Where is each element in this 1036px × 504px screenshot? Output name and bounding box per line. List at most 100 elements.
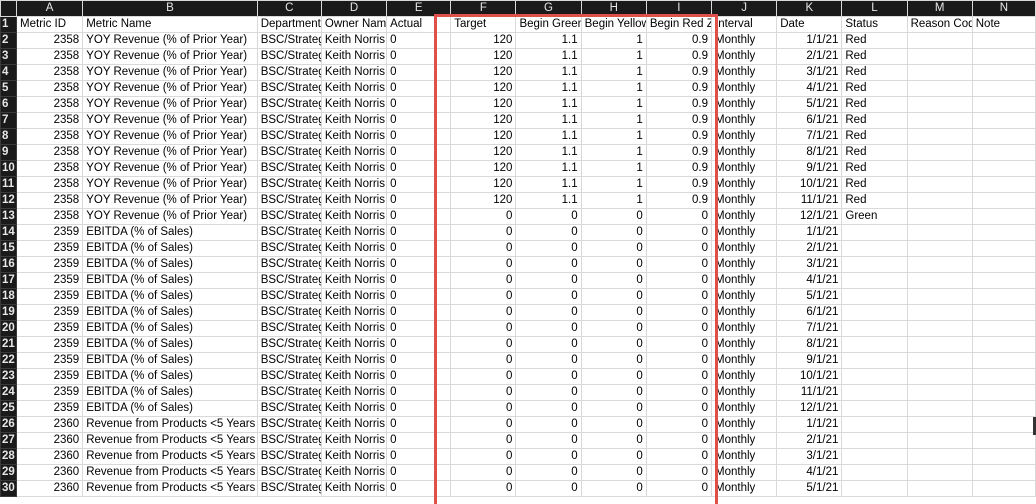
table-cell[interactable]: 2360 — [16, 432, 84, 449]
table-cell[interactable]: 2359 — [16, 224, 84, 241]
table-cell[interactable]: 9/1/21 — [776, 160, 843, 177]
table-cell[interactable]: Monthly — [710, 112, 778, 129]
table-cell[interactable]: 0 — [645, 416, 713, 433]
table-cell[interactable]: 0 — [580, 240, 647, 257]
table-cell[interactable]: BSC/Strategic — [256, 256, 322, 273]
table-cell[interactable]: 10/1/21 — [776, 176, 843, 193]
row-number[interactable]: 19 — [0, 304, 18, 321]
table-cell[interactable]: 0 — [645, 432, 713, 449]
table-cell[interactable]: Monthly — [710, 384, 778, 401]
table-cell[interactable] — [906, 208, 973, 225]
table-cell[interactable]: 0 — [580, 224, 647, 241]
table-cell[interactable] — [841, 480, 908, 497]
table-cell[interactable]: EBITDA (% of Sales) — [82, 224, 258, 241]
table-cell[interactable] — [971, 176, 1036, 193]
header-cell[interactable]: Owner Name — [320, 16, 388, 33]
table-cell[interactable]: 0 — [580, 368, 647, 385]
table-cell[interactable]: 0 — [450, 352, 517, 369]
table-cell[interactable] — [906, 320, 973, 337]
table-cell[interactable] — [971, 160, 1036, 177]
table-cell[interactable]: Keith Norris — [320, 272, 388, 289]
table-cell[interactable]: YOY Revenue (% of Prior Year) — [82, 64, 258, 81]
table-cell[interactable]: 0 — [450, 432, 517, 449]
row-number[interactable]: 2 — [0, 32, 18, 49]
table-cell[interactable] — [906, 48, 973, 65]
table-cell[interactable]: Green — [841, 208, 908, 225]
table-cell[interactable]: 0 — [515, 224, 582, 241]
table-cell[interactable]: 0 — [580, 208, 647, 225]
table-cell[interactable]: Keith Norris — [320, 96, 388, 113]
table-cell[interactable] — [841, 256, 908, 273]
table-cell[interactable]: 4/1/21 — [776, 464, 843, 481]
table-cell[interactable]: Keith Norris — [320, 144, 388, 161]
table-cell[interactable]: 0.9 — [645, 96, 713, 113]
table-cell[interactable]: Monthly — [710, 256, 778, 273]
table-cell[interactable] — [906, 192, 973, 209]
table-cell[interactable]: 0.9 — [645, 64, 713, 81]
table-cell[interactable]: 0 — [386, 432, 452, 449]
table-cell[interactable] — [906, 96, 973, 113]
table-cell[interactable]: 2358 — [16, 144, 84, 161]
table-cell[interactable] — [906, 448, 973, 465]
table-cell[interactable]: 0 — [450, 288, 517, 305]
table-cell[interactable]: 3/1/21 — [776, 256, 843, 273]
table-cell[interactable]: 0 — [645, 208, 713, 225]
table-cell[interactable]: Monthly — [710, 48, 778, 65]
table-cell[interactable]: Monthly — [710, 208, 778, 225]
table-cell[interactable]: Keith Norris — [320, 448, 388, 465]
table-cell[interactable]: Monthly — [710, 64, 778, 81]
table-cell[interactable] — [971, 208, 1036, 225]
table-cell[interactable]: BSC/Strategic — [256, 96, 322, 113]
table-cell[interactable]: BSC/Strategic — [256, 384, 322, 401]
table-cell[interactable]: Red — [841, 96, 908, 113]
table-cell[interactable] — [906, 112, 973, 129]
table-cell[interactable]: 0 — [580, 256, 647, 273]
table-cell[interactable]: BSC/Strategic — [256, 144, 322, 161]
table-cell[interactable]: 0 — [386, 32, 452, 49]
table-cell[interactable]: Keith Norris — [320, 48, 388, 65]
table-cell[interactable] — [906, 288, 973, 305]
table-cell[interactable]: 0 — [515, 336, 582, 353]
table-cell[interactable]: EBITDA (% of Sales) — [82, 368, 258, 385]
table-cell[interactable]: 0 — [386, 112, 452, 129]
table-cell[interactable]: 1.1 — [515, 32, 582, 49]
table-cell[interactable]: BSC/Strategic — [256, 208, 322, 225]
table-cell[interactable]: Keith Norris — [320, 112, 388, 129]
table-cell[interactable]: 1 — [580, 112, 647, 129]
table-cell[interactable]: BSC/Strategic — [256, 448, 322, 465]
row-number[interactable]: 28 — [0, 448, 18, 465]
table-cell[interactable]: Red — [841, 112, 908, 129]
table-cell[interactable]: 10/1/21 — [776, 368, 843, 385]
table-cell[interactable] — [906, 464, 973, 481]
table-cell[interactable]: 1 — [580, 64, 647, 81]
table-cell[interactable] — [971, 304, 1036, 321]
table-cell[interactable]: YOY Revenue (% of Prior Year) — [82, 32, 258, 49]
table-cell[interactable]: 0 — [386, 144, 452, 161]
table-cell[interactable]: BSC/Strategic — [256, 80, 322, 97]
table-cell[interactable]: 0 — [580, 320, 647, 337]
table-cell[interactable]: 2/1/21 — [776, 48, 843, 65]
header-cell[interactable]: Begin Yellow — [580, 16, 647, 33]
table-cell[interactable]: 9/1/21 — [776, 352, 843, 369]
table-cell[interactable]: EBITDA (% of Sales) — [82, 320, 258, 337]
table-cell[interactable]: 0 — [450, 208, 517, 225]
table-cell[interactable] — [971, 448, 1036, 465]
table-cell[interactable]: 0 — [580, 336, 647, 353]
table-cell[interactable] — [906, 80, 973, 97]
table-cell[interactable]: Keith Norris — [320, 480, 388, 497]
table-cell[interactable]: 2358 — [16, 96, 84, 113]
table-cell[interactable]: 120 — [450, 144, 517, 161]
table-cell[interactable]: 0 — [386, 384, 452, 401]
table-cell[interactable]: 0 — [645, 480, 713, 497]
table-cell[interactable] — [971, 416, 1036, 433]
table-cell[interactable]: 0 — [515, 304, 582, 321]
header-cell[interactable]: Interval — [710, 16, 778, 33]
table-cell[interactable] — [906, 352, 973, 369]
row-number[interactable]: 9 — [0, 144, 18, 161]
table-cell[interactable]: 0 — [386, 208, 452, 225]
table-cell[interactable] — [906, 384, 973, 401]
table-cell[interactable]: EBITDA (% of Sales) — [82, 272, 258, 289]
table-cell[interactable]: Keith Norris — [320, 208, 388, 225]
table-cell[interactable]: 0 — [386, 448, 452, 465]
table-cell[interactable]: 8/1/21 — [776, 336, 843, 353]
